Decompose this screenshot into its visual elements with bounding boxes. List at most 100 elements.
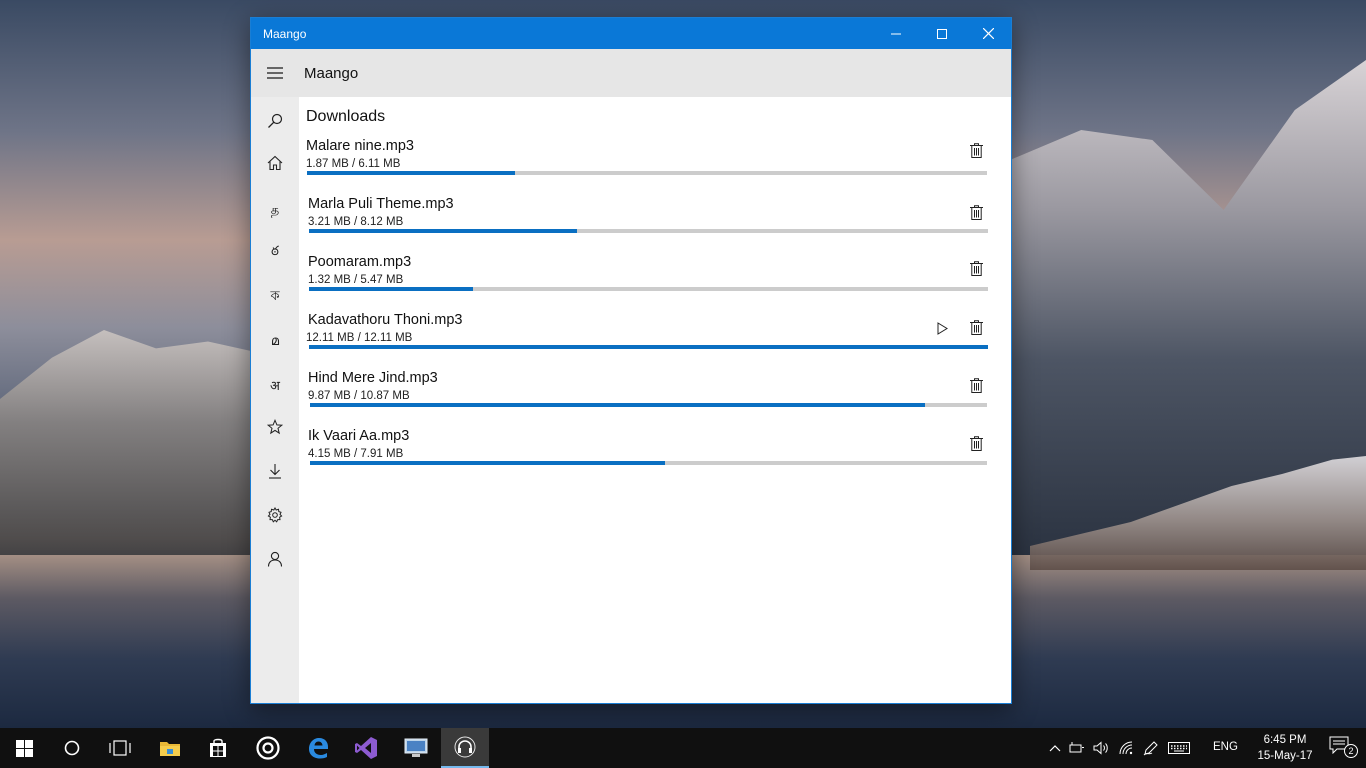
download-progress-fill (309, 345, 988, 349)
download-progress-fill (310, 461, 666, 465)
show-hidden-icons-button[interactable] (1046, 739, 1064, 757)
nav-account[interactable] (251, 541, 299, 577)
pen-workspace-button[interactable] (1142, 739, 1160, 757)
groove-button[interactable] (244, 728, 292, 768)
remote-desktop-icon (404, 738, 428, 757)
download-item[interactable]: Malare nine.mp3 1.87 MB / 6.11 MB (306, 138, 990, 196)
input-language[interactable]: ENG (1213, 741, 1238, 753)
delete-button[interactable] (968, 259, 984, 277)
nav-bengali[interactable]: ক (251, 279, 299, 315)
download-progress-track (309, 345, 988, 349)
task-view-button[interactable] (96, 728, 144, 768)
telugu-letter-icon: ఠ (271, 244, 279, 259)
download-item[interactable]: Marla Puli Theme.mp3 3.21 MB / 8.12 MB (306, 196, 990, 254)
wifi-icon (1119, 741, 1133, 755)
download-item[interactable]: Hind Mere Jind.mp3 9.87 MB / 10.87 MB (306, 370, 990, 428)
download-file-name: Hind Mere Jind.mp3 (308, 370, 438, 386)
downloads-page: Downloads Malare nine.mp3 1.87 MB / 6.11… (299, 97, 1011, 703)
maximize-button[interactable] (919, 18, 965, 49)
nav-tamil[interactable]: த (251, 193, 299, 229)
menu-button[interactable] (251, 49, 299, 97)
minimize-button[interactable] (873, 18, 919, 49)
trash-icon (969, 260, 983, 276)
download-progress-track (309, 287, 988, 291)
clock[interactable]: 6:45 PM 15-May-17 (1253, 732, 1317, 764)
download-progress-fill (310, 403, 925, 407)
page-title: Downloads (306, 108, 386, 125)
volume-button[interactable] (1092, 739, 1110, 757)
headphones-icon (454, 736, 476, 758)
gear-icon (267, 507, 283, 523)
notification-count-badge: 2 (1344, 744, 1358, 758)
download-progress-track (310, 403, 987, 407)
chevron-up-icon (1049, 745, 1061, 752)
nav-search[interactable] (251, 103, 299, 139)
wallpaper-mountain-left (0, 330, 260, 560)
download-progress-fill (309, 229, 578, 233)
nav-favorites[interactable] (251, 409, 299, 445)
windows-start-icon (15, 739, 33, 757)
start-button[interactable] (0, 728, 48, 768)
home-icon (267, 155, 283, 171)
visual-studio-button[interactable] (342, 728, 390, 768)
download-progress-fill (309, 287, 473, 291)
user-icon (267, 551, 283, 567)
app-title: Maango (304, 64, 359, 82)
download-progress-track (309, 229, 988, 233)
touch-keyboard-button[interactable] (1167, 739, 1191, 757)
download-item[interactable]: Kadavathoru Thoni.mp3 12.11 MB / 12.11 M… (306, 312, 990, 370)
remote-desktop-button[interactable] (392, 728, 440, 768)
clock-time: 6:45 PM (1263, 734, 1307, 746)
download-item[interactable]: Poomaram.mp3 1.32 MB / 5.47 MB (306, 254, 990, 312)
download-file-name: Malare nine.mp3 (306, 138, 414, 154)
battery-button[interactable] (1068, 739, 1086, 757)
title-bar[interactable]: Maango (251, 18, 1011, 49)
action-center-button[interactable]: 2 (1329, 736, 1359, 760)
cortana-icon (64, 740, 80, 756)
delete-button[interactable] (968, 203, 984, 221)
star-icon (267, 419, 283, 435)
nav-home[interactable] (251, 145, 299, 181)
maximize-icon (937, 28, 947, 39)
power-plug-icon (1069, 742, 1084, 753)
nav-telugu[interactable]: ఠ (251, 235, 299, 271)
download-icon (269, 464, 281, 479)
nav-malayalam[interactable]: മ (251, 323, 299, 359)
delete-button[interactable] (968, 434, 984, 452)
trash-icon (969, 319, 983, 335)
trash-icon (969, 435, 983, 451)
cortana-button[interactable] (48, 728, 96, 768)
hindi-letter-icon: अ (270, 379, 280, 394)
delete-button[interactable] (968, 376, 984, 394)
download-size: 1.87 MB / 6.11 MB (306, 158, 401, 170)
file-explorer-icon (160, 742, 180, 756)
nav-settings[interactable] (251, 497, 299, 533)
maango-taskbar-button[interactable] (441, 728, 489, 768)
download-size: 12.11 MB / 12.11 MB (306, 332, 413, 344)
trash-icon (969, 377, 983, 393)
nav-hindi[interactable]: अ (251, 367, 299, 403)
edge-button[interactable] (294, 728, 342, 768)
nav-downloads[interactable] (251, 453, 299, 489)
play-button[interactable] (934, 319, 950, 337)
download-size: 9.87 MB / 10.87 MB (308, 390, 410, 402)
store-button[interactable] (194, 728, 242, 768)
trash-icon (969, 142, 983, 158)
network-button[interactable] (1118, 739, 1136, 757)
close-icon (982, 28, 994, 39)
task-view-icon (109, 740, 131, 756)
delete-button[interactable] (968, 318, 984, 336)
download-progress-fill (307, 171, 516, 175)
file-explorer-button[interactable] (146, 728, 194, 768)
tamil-letter-icon: த (270, 203, 280, 218)
delete-button[interactable] (968, 141, 984, 159)
store-icon (210, 738, 226, 757)
search-icon (268, 113, 283, 128)
download-item[interactable]: Ik Vaari Aa.mp3 4.15 MB / 7.91 MB (306, 428, 990, 486)
bengali-letter-icon: ক (270, 288, 280, 304)
pen-icon (1143, 741, 1158, 756)
app-window: Maango Maango த ఠ ক മ अ Downloads Malare… (250, 17, 1012, 704)
close-button[interactable] (965, 18, 1011, 49)
minimize-icon (891, 33, 901, 34)
app-header: Maango (251, 49, 1011, 97)
